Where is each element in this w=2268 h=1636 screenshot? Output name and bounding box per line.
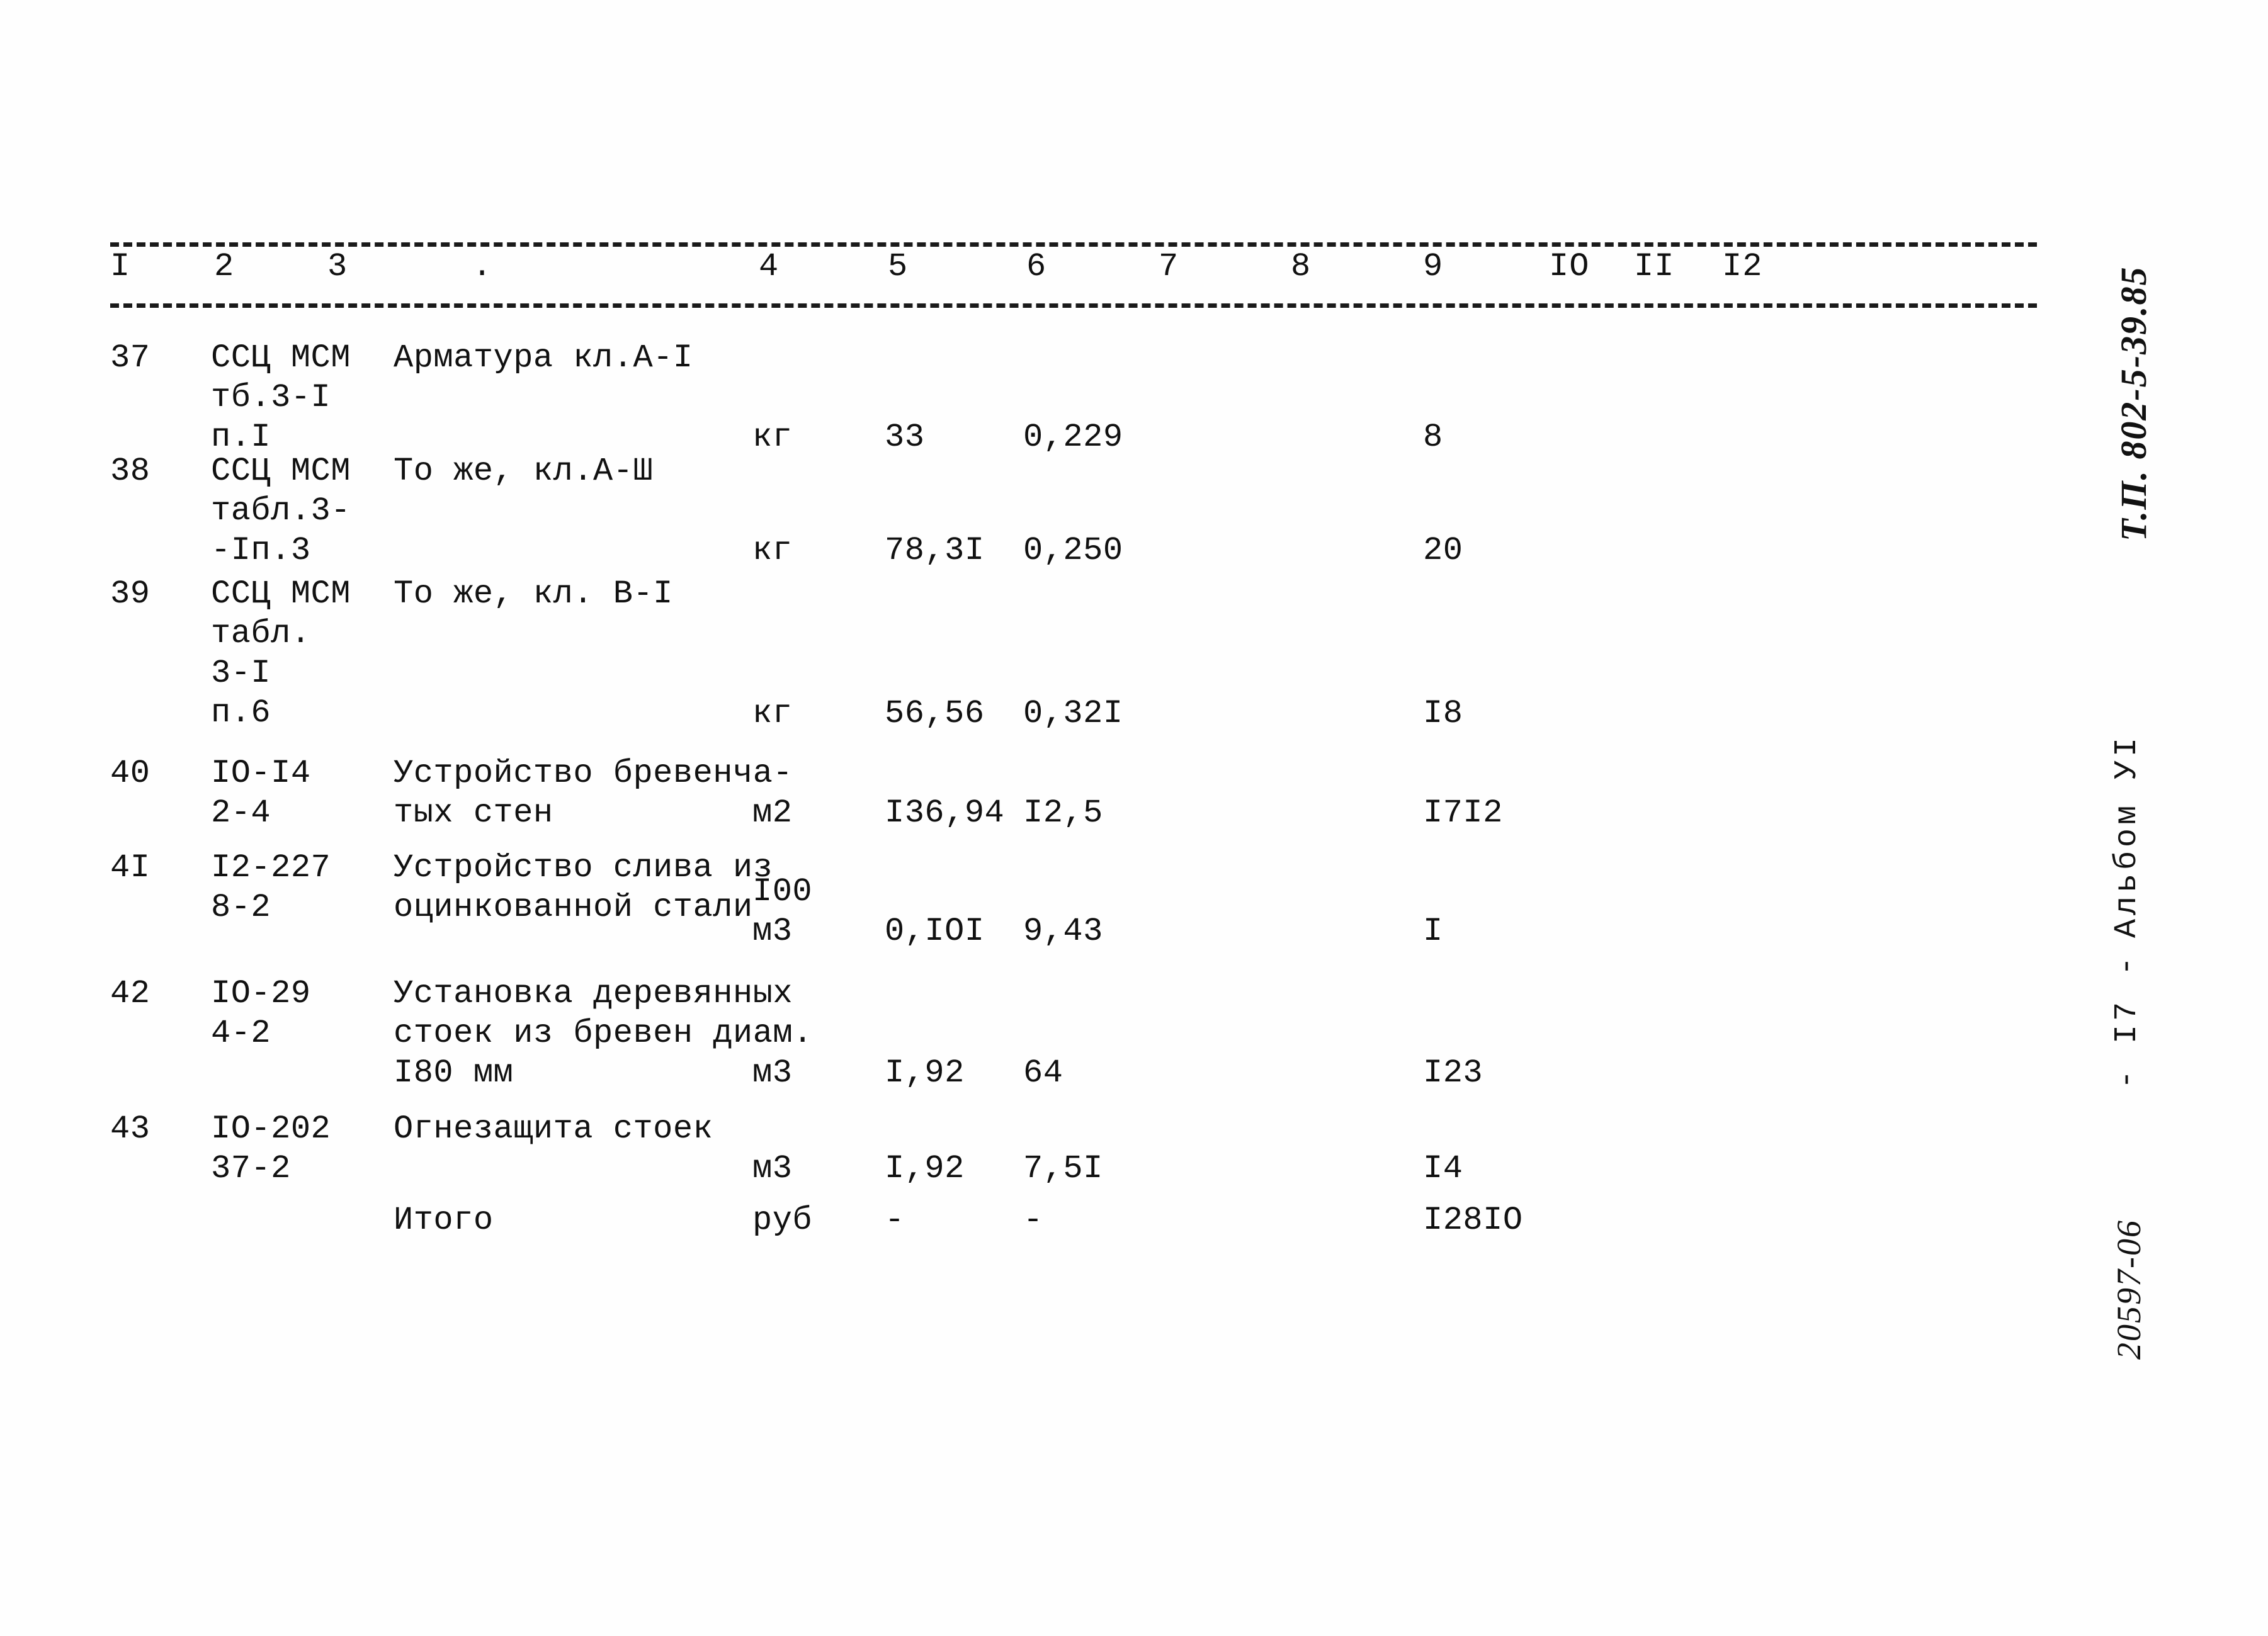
column-number-7: 7 <box>1159 248 1179 285</box>
table-row: 4I I2-227 8-2 Устройство слива из оцинко… <box>110 848 2037 974</box>
row-total: I8 <box>1423 695 1463 732</box>
row-unit-price: 7,5I <box>1023 1150 1103 1187</box>
column-number-12: I2 <box>1722 248 1763 285</box>
row-unit: м2 <box>752 794 793 832</box>
row-code: IO-202 37-2 <box>211 1110 331 1187</box>
table-row: 40 IO-I4 2-4 Устройство бревенча- тых ст… <box>110 753 2037 848</box>
column-number-4: 4 <box>759 248 780 285</box>
row-quantity: I,92 <box>885 1054 965 1092</box>
row-code: ССЦ МСМ тб.3-I п.I <box>211 339 351 456</box>
table-top-rule <box>110 242 2037 247</box>
album-stamp: Альбом УI <box>2109 733 2145 938</box>
row-description: Устройство бревенча- тых стен <box>394 755 793 832</box>
column-number-5: 5 <box>888 248 909 285</box>
row-number: 38 <box>110 453 150 490</box>
column-number-8: 8 <box>1291 248 1312 285</box>
total-unit-price: - <box>1023 1202 1043 1239</box>
row-number: 40 <box>110 755 150 792</box>
row-unit: кг <box>752 695 793 732</box>
row-unit: м3 <box>752 1054 793 1092</box>
row-total: I <box>1423 913 1443 950</box>
row-number: 39 <box>110 575 150 612</box>
row-unit-price: I2,5 <box>1023 794 1103 832</box>
row-quantity: 78,3I <box>885 532 985 569</box>
row-code: ССЦ МСМ табл. 3-I п.6 <box>211 575 351 731</box>
row-number: 37 <box>110 339 150 376</box>
row-unit: м3 <box>752 1150 793 1187</box>
total-unit: руб <box>752 1202 813 1239</box>
table-row: 43 IO-202 37-2 Огнезащита стоек м3 I,92 … <box>110 1109 2037 1200</box>
document-number-stamp: 20597-06 <box>2110 1219 2148 1360</box>
row-total: I4 <box>1423 1150 1463 1187</box>
total-quantity: - <box>885 1202 905 1239</box>
table-column-number-row: I 2 3 . 4 5 6 7 8 9 IO II I2 <box>110 247 2037 303</box>
row-code: IO-I4 2-4 <box>211 755 311 832</box>
row-number: 42 <box>110 975 150 1012</box>
estimate-table: I 2 3 . 4 5 6 7 8 9 IO II I2 37 ССЦ МСМ … <box>110 242 2037 1270</box>
row-total: I7I2 <box>1423 794 1503 832</box>
table-row: 38 ССЦ МСМ табл.3- -Iп.3 То же, кл.А-Ш к… <box>110 451 2037 574</box>
row-description: Установка деревянных стоек из бревен диа… <box>394 975 813 1092</box>
row-description: Огнезащита стоек <box>394 1110 713 1148</box>
column-number-3: 3 <box>327 248 348 285</box>
table-row: 37 ССЦ МСМ тб.3-I п.I Арматура кл.А-I кг… <box>110 338 2037 456</box>
row-total: 20 <box>1423 532 1463 569</box>
document-page: I 2 3 . 4 5 6 7 8 9 IO II I2 37 ССЦ МСМ … <box>0 0 2268 1636</box>
row-unit: I00 м3 <box>752 873 813 950</box>
total-label: Итого <box>394 1202 494 1239</box>
column-number-10: IO <box>1549 248 1590 285</box>
row-description: То же, кл. В-I <box>394 575 673 612</box>
row-unit-price: 0,32I <box>1023 695 1123 732</box>
row-unit-price: 9,43 <box>1023 913 1103 950</box>
row-unit-price: 0,250 <box>1023 532 1123 569</box>
row-number: 43 <box>110 1110 150 1148</box>
column-number-1: I <box>110 248 131 285</box>
row-unit: кг <box>752 532 793 569</box>
row-total: I23 <box>1423 1054 1483 1092</box>
row-quantity: 0,IOI <box>885 913 985 950</box>
total-amount: I28IO <box>1423 1202 1523 1239</box>
column-number-11: II <box>1634 248 1675 285</box>
table-total-row: Итого руб - - I28IO <box>110 1200 2037 1270</box>
table-row: 42 IO-29 4-2 Установка деревянных стоек … <box>110 974 2037 1109</box>
project-stamp: Т.П. 802-5-39.85 <box>2113 266 2154 541</box>
row-number: 4I <box>110 849 150 886</box>
row-description: Устройство слива из оцинкованной стали <box>394 849 773 926</box>
row-quantity: I36,94 <box>885 794 1005 832</box>
row-code: ССЦ МСМ табл.3- -Iп.3 <box>211 453 351 569</box>
row-quantity: 56,56 <box>885 695 985 732</box>
column-number-dot: . <box>472 248 493 285</box>
table-row: 39 ССЦ МСМ табл. 3-I п.6 То же, кл. В-I … <box>110 574 2037 753</box>
row-quantity: I,92 <box>885 1150 965 1187</box>
page-number-stamp: - I7 - <box>2109 952 2145 1089</box>
column-number-9: 9 <box>1423 248 1444 285</box>
row-description: То же, кл.А-Ш <box>394 453 654 490</box>
row-code: IO-29 4-2 <box>211 975 311 1052</box>
column-number-6: 6 <box>1026 248 1047 285</box>
table-header-rule <box>110 303 2037 308</box>
table-body: 37 ССЦ МСМ тб.3-I п.I Арматура кл.А-I кг… <box>110 338 2037 1270</box>
column-number-2: 2 <box>214 248 235 285</box>
row-unit-price: 64 <box>1023 1054 1063 1092</box>
row-description: Арматура кл.А-I <box>394 339 693 376</box>
row-code: I2-227 8-2 <box>211 849 331 926</box>
